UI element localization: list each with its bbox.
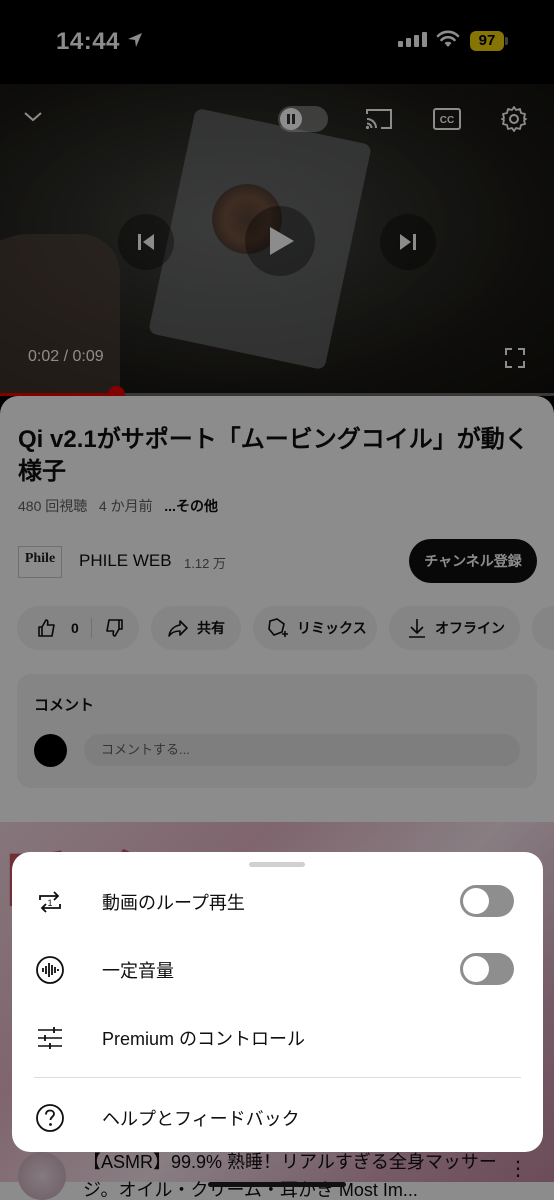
- sliders-icon: [38, 1027, 62, 1049]
- help-feedback-label: ヘルプとフィードバック: [102, 1109, 300, 1129]
- toggle-knob: [463, 956, 489, 982]
- stable-volume-toggle[interactable]: [460, 953, 514, 985]
- help-icon: [36, 1104, 64, 1132]
- sheet-divider: [34, 1077, 521, 1078]
- svg-text:1: 1: [47, 898, 52, 908]
- stable-volume-label: 一定音量: [102, 961, 174, 981]
- settings-bottom-sheet: 1 動画のループ再生 一定音量 Premium のコントロール ヘルプとフィード…: [12, 852, 543, 1152]
- stable-volume-icon: [36, 956, 64, 984]
- loop-icon: 1: [39, 891, 61, 913]
- premium-controls-row[interactable]: Premium のコントロール: [12, 1008, 543, 1068]
- loop-video-toggle[interactable]: [460, 885, 514, 917]
- toggle-knob: [463, 888, 489, 914]
- loop-video-row[interactable]: 1 動画のループ再生: [12, 872, 543, 932]
- help-feedback-row[interactable]: ヘルプとフィードバック: [12, 1088, 543, 1148]
- sheet-grabber[interactable]: [249, 862, 305, 867]
- home-indicator[interactable]: [208, 1182, 346, 1187]
- loop-video-label: 動画のループ再生: [102, 893, 245, 913]
- premium-controls-label: Premium のコントロール: [102, 1029, 306, 1049]
- stable-volume-row[interactable]: 一定音量: [12, 940, 543, 1000]
